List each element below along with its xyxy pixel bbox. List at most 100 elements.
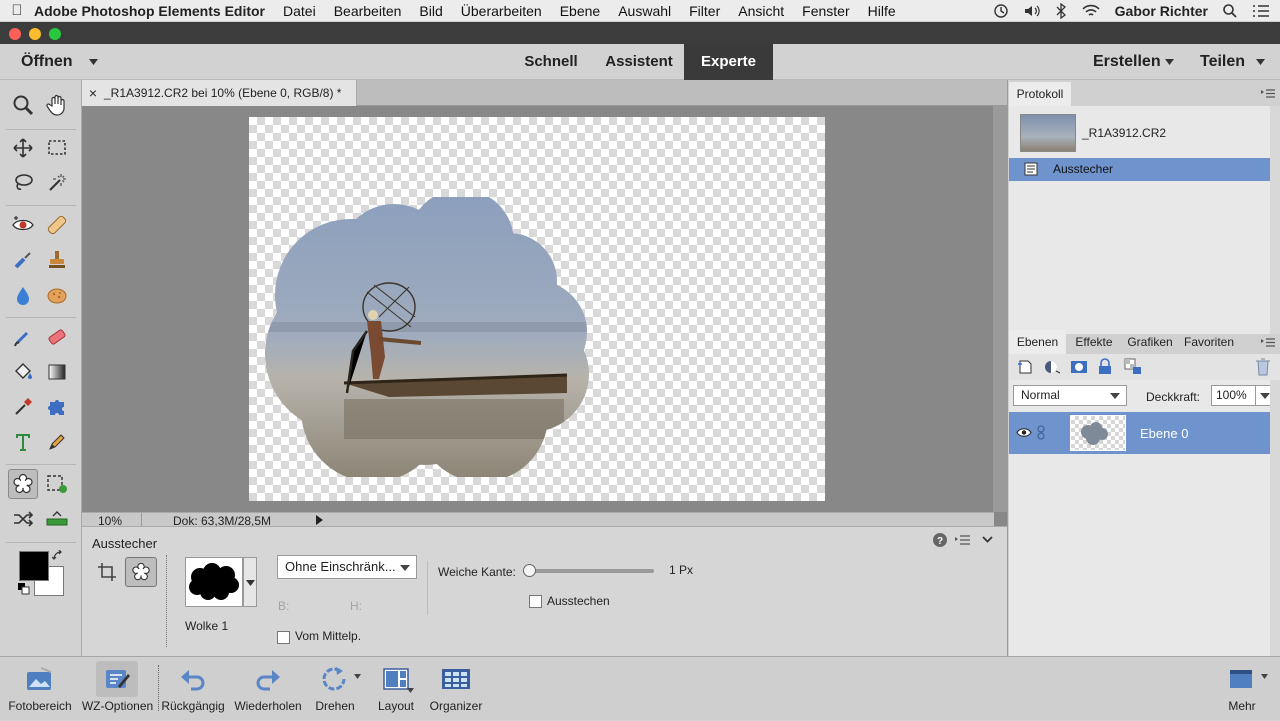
more-button[interactable]: Mehr: [1214, 657, 1270, 721]
pencil-tool[interactable]: [42, 427, 72, 457]
rectangle-marquee-tool[interactable]: [42, 133, 72, 163]
collapse-chevron-icon[interactable]: [982, 536, 993, 543]
layer-visibility-eye-icon[interactable]: [1016, 427, 1032, 438]
eraser-tool[interactable]: [42, 322, 72, 352]
menu-ebene[interactable]: Ebene: [560, 3, 600, 19]
recompose-tool[interactable]: [42, 469, 72, 499]
brush-tool[interactable]: [8, 322, 38, 352]
layer-thumbnail[interactable]: [1070, 415, 1126, 451]
healing-brush-tool[interactable]: [42, 210, 72, 240]
help-icon[interactable]: ?: [933, 533, 947, 547]
gradient-tool[interactable]: [42, 357, 72, 387]
magic-wand-tool[interactable]: [42, 168, 72, 198]
menu-user[interactable]: Gabor Richter: [1115, 3, 1208, 19]
image-canvas[interactable]: [249, 117, 825, 501]
swap-colors-icon[interactable]: [52, 550, 64, 562]
red-eye-tool[interactable]: [8, 210, 38, 240]
time-machine-icon[interactable]: [993, 3, 1009, 19]
menu-auswahl[interactable]: Auswahl: [618, 3, 671, 19]
straighten-tool[interactable]: [42, 504, 72, 534]
wifi-icon[interactable]: [1081, 3, 1101, 19]
close-window-button[interactable]: [9, 28, 21, 40]
menu-bearbeiten[interactable]: Bearbeiten: [334, 3, 402, 19]
rotate-dropdown-icon[interactable]: [354, 674, 361, 679]
constraint-dropdown[interactable]: Ohne Einschränk...: [277, 555, 417, 579]
more-dropdown-icon[interactable]: [1261, 674, 1268, 679]
undo-button[interactable]: Rückgängig: [158, 657, 228, 721]
cookie-cutter-tool[interactable]: [8, 469, 38, 499]
search-icon[interactable]: [1222, 3, 1238, 19]
content-aware-move-tool[interactable]: [8, 504, 38, 534]
create-dropdown-icon[interactable]: [1165, 59, 1174, 65]
zoom-tool[interactable]: [8, 90, 38, 120]
hand-tool[interactable]: [42, 90, 72, 120]
options-menu-icon[interactable]: [955, 535, 971, 545]
open-button[interactable]: Öffnen: [21, 44, 73, 80]
crop-mode-button[interactable]: [92, 557, 122, 587]
from-center-checkbox[interactable]: [277, 631, 290, 644]
tab-effekte[interactable]: Effekte: [1067, 330, 1121, 354]
lock-transparency-icon[interactable]: [1124, 358, 1142, 375]
layers-panel-menu-icon[interactable]: [1261, 338, 1275, 347]
lock-all-icon[interactable]: [1098, 358, 1112, 375]
shape-picker-dropdown-button[interactable]: [243, 557, 257, 607]
tab-grafiken[interactable]: Grafiken: [1122, 330, 1178, 354]
tab-ebenen[interactable]: Ebenen: [1009, 330, 1066, 354]
layer-row[interactable]: Ebene 0: [1009, 412, 1270, 454]
lasso-tool[interactable]: [8, 168, 38, 198]
tab-favoriten[interactable]: Favoriten: [1179, 330, 1239, 354]
cookie-cutter-mode-button[interactable]: [125, 557, 157, 587]
smart-brush-tool[interactable]: [8, 245, 38, 275]
shape-picker[interactable]: [185, 557, 243, 607]
history-snapshot-thumbnail[interactable]: [1020, 114, 1076, 152]
menu-datei[interactable]: Datei: [283, 3, 316, 19]
layers-scrollbar[interactable]: [1270, 380, 1280, 656]
feather-slider-track[interactable]: [527, 569, 654, 573]
adjustment-layer-icon[interactable]: [1043, 359, 1061, 375]
menu-bild[interactable]: Bild: [419, 3, 442, 19]
tab-schnell[interactable]: Schnell: [514, 44, 588, 80]
create-button[interactable]: Erstellen: [1093, 44, 1161, 80]
bluetooth-icon[interactable]: [1055, 3, 1067, 19]
menu-filter[interactable]: Filter: [689, 3, 720, 19]
foreground-color-swatch[interactable]: [19, 551, 49, 581]
minimize-window-button[interactable]: [29, 28, 41, 40]
menu-ueberarbeiten[interactable]: Überarbeiten: [461, 3, 542, 19]
eyedropper-tool[interactable]: [8, 392, 38, 422]
feather-slider-thumb[interactable]: [523, 564, 536, 577]
custom-shape-tool[interactable]: [42, 392, 72, 422]
history-scrollbar[interactable]: [1270, 106, 1280, 334]
history-panel-menu-icon[interactable]: [1261, 89, 1275, 98]
volume-icon[interactable]: [1023, 3, 1041, 19]
layer-link-icon[interactable]: [1037, 425, 1045, 440]
trash-icon[interactable]: [1255, 358, 1271, 376]
document-tab[interactable]: × _R1A3912.CR2 bei 10% (Ebene 0, RGB/8) …: [82, 80, 357, 106]
vertical-scrollbar[interactable]: [993, 106, 1007, 512]
menu-ansicht[interactable]: Ansicht: [738, 3, 784, 19]
history-step-row[interactable]: Ausstecher: [1009, 158, 1270, 181]
tab-protokoll[interactable]: Protokoll: [1009, 82, 1071, 106]
default-colors-icon[interactable]: [18, 583, 30, 595]
photo-bin-button[interactable]: Fotobereich: [4, 657, 76, 721]
sponge-tool[interactable]: [42, 280, 72, 310]
zoom-window-button[interactable]: [49, 28, 61, 40]
blur-tool[interactable]: [8, 280, 38, 310]
redo-button[interactable]: Wiederholen: [230, 657, 306, 721]
layout-button[interactable]: Layout: [366, 657, 426, 721]
notification-list-icon[interactable]: [1252, 4, 1270, 18]
rotate-button[interactable]: Drehen: [305, 657, 365, 721]
layout-dropdown-icon[interactable]: [407, 688, 414, 693]
tab-assistent[interactable]: Assistent: [597, 44, 681, 80]
close-document-icon[interactable]: ×: [82, 85, 104, 101]
menu-fenster[interactable]: Fenster: [802, 3, 849, 19]
open-dropdown-icon[interactable]: [89, 59, 98, 65]
organizer-button[interactable]: Organizer: [424, 657, 488, 721]
share-dropdown-icon[interactable]: [1256, 59, 1265, 65]
paint-bucket-tool[interactable]: [8, 357, 38, 387]
type-tool[interactable]: [8, 427, 38, 457]
crop-checkbox[interactable]: [529, 595, 542, 608]
layer-mask-icon[interactable]: [1070, 359, 1088, 375]
tool-options-button[interactable]: WZ-Optionen: [80, 657, 155, 721]
tab-experte[interactable]: Experte: [684, 44, 773, 80]
new-layer-icon[interactable]: [1017, 359, 1033, 375]
